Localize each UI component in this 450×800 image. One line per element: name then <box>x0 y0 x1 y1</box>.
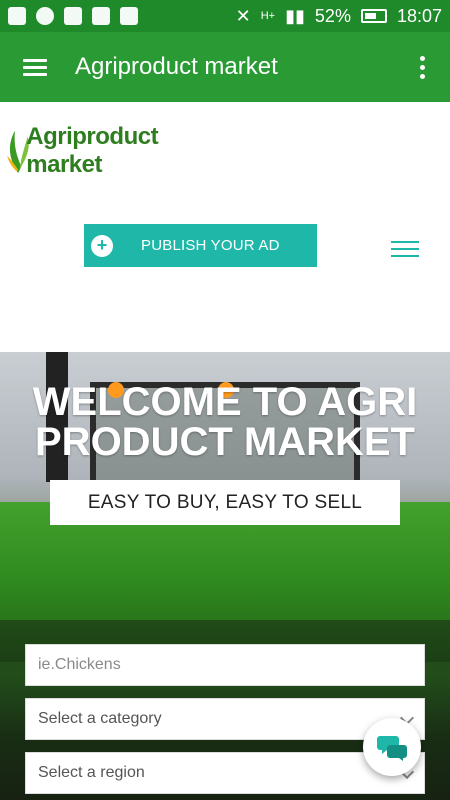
site-menu-toggle-icon[interactable] <box>391 236 419 262</box>
logo-text: Agriproduct market <box>26 123 159 178</box>
hamburger-menu-icon[interactable] <box>23 55 47 80</box>
region-select-label: Select a region <box>38 764 145 781</box>
app-bar: Agriproduct market <box>0 32 450 102</box>
facebook-icon <box>8 7 26 25</box>
battery-icon <box>360 9 387 23</box>
site-logo[interactable]: Agriproduct market <box>4 118 194 184</box>
plus-icon: + <box>91 234 113 257</box>
publish-ad-button[interactable]: + PUBLISH YOUR AD <box>84 224 317 267</box>
search-query-field[interactable] <box>25 644 425 686</box>
category-select-label: Select a category <box>38 710 162 727</box>
hero-title: WELCOME TO AGRI PRODUCT MARKET <box>32 380 418 464</box>
hero-tagline: EASY TO BUY, EASY TO SELL <box>50 480 400 525</box>
publish-ad-label: PUBLISH YOUR AD <box>141 237 280 254</box>
battery-percent: 52% <box>314 5 351 26</box>
notification-icons <box>8 7 138 25</box>
wifi-icon <box>120 7 138 25</box>
system-icons: ✕ H+ ▮▮ 52% 18:07 <box>236 6 442 27</box>
chat-button[interactable] <box>363 718 421 776</box>
search-input[interactable] <box>38 656 424 674</box>
network-type: H+ <box>260 10 276 22</box>
app-title: Agriproduct market <box>75 53 278 80</box>
clock: 18:07 <box>396 5 442 26</box>
signal-icon: ▮▮ <box>285 5 305 26</box>
chat-bubbles-icon <box>377 736 407 761</box>
message-icon <box>92 7 110 25</box>
mute-icon: ✕ <box>235 5 251 26</box>
status-bar: ✕ H+ ▮▮ 52% 18:07 <box>0 0 450 32</box>
whatsapp-icon <box>36 7 54 25</box>
more-vertical-icon[interactable] <box>420 52 426 83</box>
gallery-icon <box>64 7 82 25</box>
